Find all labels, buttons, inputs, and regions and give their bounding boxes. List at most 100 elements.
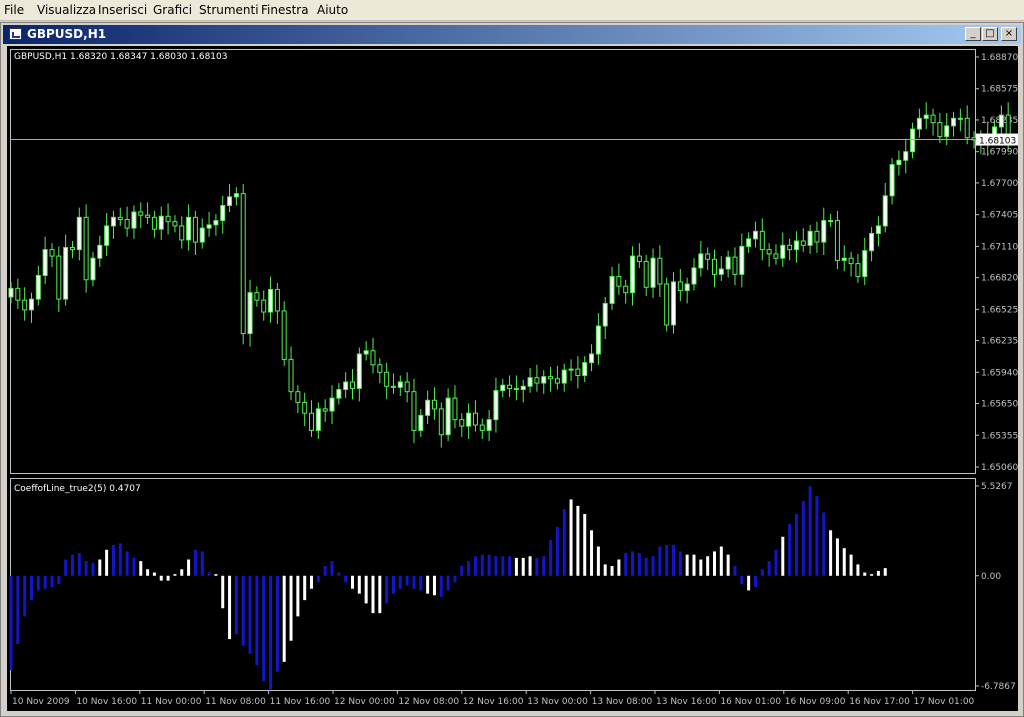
candle-body [520, 385, 526, 391]
candle-body [643, 260, 649, 288]
candle-body [821, 220, 827, 243]
candle-body [732, 256, 738, 275]
histogram-bar [43, 575, 47, 589]
histogram-bar [801, 501, 805, 576]
candle-body [199, 227, 205, 243]
candle-body [964, 117, 970, 139]
candle-body [602, 302, 608, 327]
time-tick-label: 10 Nov 16:00 [76, 697, 137, 707]
histogram-bar [248, 575, 252, 654]
candle-body [548, 376, 554, 380]
window-titlebar[interactable]: GBPUSD,H1 _ □ × [3, 25, 1021, 44]
histogram-bar [364, 575, 368, 604]
close-button[interactable]: × [1001, 27, 1017, 41]
histogram-bar [808, 486, 812, 576]
histogram-bar [16, 575, 20, 644]
histogram-bar [712, 551, 716, 576]
candle-body [466, 412, 472, 427]
histogram-bar [767, 561, 771, 576]
candle-body [848, 257, 854, 265]
histogram-bar [835, 538, 839, 576]
candle-body [309, 412, 315, 431]
candle-body [957, 117, 963, 120]
histogram-bar [70, 554, 74, 576]
histogram-bar [50, 575, 54, 588]
candle-body [684, 283, 690, 292]
price-tick-label: 1.65940 [981, 368, 1018, 378]
candle-body [390, 385, 396, 388]
histogram-bar [473, 556, 477, 576]
histogram-bar [289, 575, 293, 641]
histogram-bar [391, 575, 395, 594]
price-tick-label: 1.66525 [981, 305, 1018, 315]
histogram-bar [603, 564, 607, 576]
menu-file[interactable]: File [4, 3, 24, 17]
candle-body [83, 216, 89, 281]
histogram-bar [815, 496, 819, 576]
candle-body [363, 350, 369, 355]
candle-body [507, 384, 513, 389]
histogram-bar [829, 530, 833, 576]
candle-body [350, 381, 355, 389]
candle-body [281, 310, 287, 360]
histogram-bar [453, 575, 457, 583]
candle-body [937, 122, 943, 138]
candle-body [630, 255, 636, 294]
histogram-bar [228, 575, 232, 640]
candle-body [90, 257, 96, 281]
histogram-bar [344, 575, 348, 583]
candle-body [459, 419, 465, 427]
histogram-bar [9, 575, 13, 670]
candle-body [220, 205, 226, 222]
candle-body [322, 408, 328, 412]
histogram-bar [214, 574, 218, 576]
candle-body [725, 256, 731, 270]
histogram-bar [528, 556, 532, 576]
minimize-button[interactable]: _ [965, 27, 981, 41]
candle-body [104, 225, 110, 246]
menu-strumenti[interactable]: Strumenti [199, 3, 259, 17]
candle-body [869, 232, 875, 252]
menu-aiuto[interactable]: Aiuto [317, 3, 348, 17]
histogram-bar [146, 569, 150, 576]
histogram-bar [781, 536, 785, 576]
candle-body [951, 117, 957, 127]
histogram-bar [419, 575, 423, 591]
time-tick-label: 13 Nov 08:00 [592, 697, 653, 707]
menu-grafici[interactable]: Grafici [153, 3, 192, 17]
maximize-button[interactable]: □ [982, 27, 998, 41]
candle-body [377, 364, 383, 373]
candle-body [213, 220, 219, 226]
histogram-bar [753, 575, 757, 588]
candle-body [8, 287, 14, 298]
menu-finestra[interactable]: Finestra [261, 3, 309, 17]
candle-body [889, 164, 895, 197]
candle-body [759, 230, 765, 251]
histogram-bar [180, 569, 184, 576]
candle-body [15, 287, 21, 301]
indicator-tick-label: 0.00 [981, 572, 1001, 582]
histogram-bar [282, 575, 286, 662]
histogram-bar [542, 556, 546, 576]
candle-body [711, 258, 717, 275]
candle-body [807, 230, 813, 246]
menu-visualizza[interactable]: Visualizza [37, 3, 96, 17]
candle-body [575, 368, 581, 377]
histogram-bar [460, 566, 464, 576]
candle-body [315, 408, 321, 431]
candle-body [425, 399, 431, 416]
histogram-bar [842, 548, 846, 576]
histogram-bar [193, 549, 197, 576]
candle-body [623, 285, 629, 294]
histogram-bar [480, 554, 484, 576]
candle-body [780, 244, 786, 259]
candle-body [240, 193, 246, 335]
menu-inserisci[interactable]: Inserisci [98, 3, 147, 17]
time-tick-label: 16 Nov 17:00 [849, 697, 910, 707]
chart-area[interactable]: 1.688701.685751.682851.679901.677001.674… [7, 46, 1018, 711]
histogram-bar [610, 566, 614, 576]
candle-body [677, 281, 683, 292]
candle-body [671, 281, 677, 326]
histogram-bar [187, 559, 191, 576]
price-tick-label: 1.68870 [981, 53, 1018, 63]
